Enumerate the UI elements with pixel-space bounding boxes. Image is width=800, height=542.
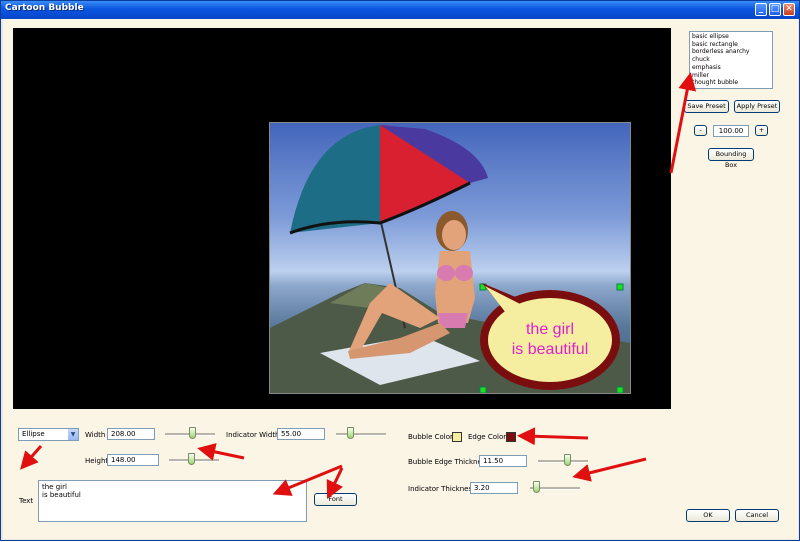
width-label: Width	[85, 431, 106, 439]
text-label: Text	[19, 497, 34, 505]
bubble-color-label: Bubble Color	[408, 433, 453, 441]
cancel-button[interactable]: Cancel	[735, 509, 779, 522]
zoom-minus-button[interactable]: -	[694, 125, 707, 136]
figure-head	[442, 220, 466, 250]
edge-color-label: Edge Color	[468, 433, 507, 441]
text-input-line: is beautiful	[42, 491, 81, 499]
preset-list-item[interactable]: miller	[692, 72, 770, 80]
apply-preset-button[interactable]: Apply Preset	[734, 100, 780, 113]
close-button[interactable]: ✕	[783, 3, 795, 16]
text-input-line: the girl	[42, 483, 67, 491]
minimize-button[interactable]: _	[755, 3, 767, 16]
edge-color-swatch[interactable]	[506, 432, 516, 442]
slider-thumb[interactable]	[533, 481, 540, 493]
bubble-text-line: the girl	[526, 321, 574, 338]
figure-swimsuit	[455, 265, 473, 281]
bubble-text-input[interactable]: the girl is beautiful	[38, 480, 307, 522]
umbrella-panel	[290, 125, 380, 233]
preset-list[interactable]: basic ellipse basic rectangle borderless a…	[689, 31, 773, 89]
dialog-body: the girl is beautiful basic ellipse basic…	[3, 19, 798, 539]
preset-list-item[interactable]: thought bubble	[692, 79, 770, 87]
indicator-thickness-slider[interactable]	[530, 481, 580, 495]
cartoon-bubble-window: Cartoon Bubble _ □ ✕ the girl is beautif…	[0, 0, 800, 541]
indicator-thickness-label: Indicator Thickness	[408, 485, 476, 493]
font-button[interactable]: Font	[314, 493, 357, 506]
indicator-width-label: Indicator Width	[226, 431, 280, 439]
figure-body	[435, 251, 475, 323]
preset-list-item[interactable]: chuck	[692, 56, 770, 64]
bubble-color-swatch[interactable]	[452, 432, 462, 442]
window-title: Cartoon Bubble	[5, 3, 84, 13]
height-label: Height	[85, 457, 109, 465]
slider-thumb[interactable]	[189, 427, 196, 439]
width-slider[interactable]	[165, 427, 215, 441]
slider-thumb[interactable]	[347, 427, 354, 439]
selection-handle[interactable]	[616, 386, 624, 393]
zoom-field[interactable]: 100.00	[713, 125, 749, 137]
preset-list-item[interactable]: basic ellipse	[692, 33, 770, 41]
slider-thumb[interactable]	[188, 453, 195, 465]
slider-thumb[interactable]	[564, 454, 571, 466]
preset-list-item[interactable]: borderless anarchy	[692, 48, 770, 56]
preset-list-item[interactable]: basic rectangle	[692, 41, 770, 49]
width-field[interactable]: 208.00	[107, 428, 155, 440]
slider-track	[336, 433, 386, 436]
title-bar[interactable]: Cartoon Bubble _ □ ✕	[1, 1, 799, 19]
selection-handle[interactable]	[479, 386, 487, 393]
preview-image: the girl is beautiful	[269, 122, 631, 394]
edge-thickness-label: Bubble Edge Thickness	[408, 458, 490, 466]
ok-button[interactable]: OK	[686, 509, 730, 522]
selection-handle[interactable]	[616, 283, 624, 291]
preset-list-item[interactable]: emphasis	[692, 64, 770, 72]
bubble-text-line: is beautiful	[512, 341, 589, 358]
indicator-thickness-field[interactable]: 3.20	[470, 482, 518, 494]
figure-swimsuit	[437, 265, 455, 281]
maximize-button[interactable]: □	[769, 3, 781, 16]
save-preset-button[interactable]: Save Preset	[684, 100, 729, 113]
chevron-down-icon[interactable]: ▼	[68, 429, 78, 440]
slider-track	[538, 460, 588, 463]
zoom-plus-button[interactable]: +	[755, 125, 768, 136]
edge-thickness-field[interactable]: 11.50	[479, 455, 527, 467]
height-field[interactable]: 148.00	[107, 454, 159, 466]
indicator-width-slider[interactable]	[336, 427, 386, 441]
scene-graphic: the girl is beautiful	[270, 125, 630, 393]
edge-thickness-slider[interactable]	[538, 454, 588, 468]
preview-canvas: the girl is beautiful	[13, 28, 671, 409]
bounding-box-button[interactable]: Bounding Box	[708, 148, 754, 169]
indicator-width-field[interactable]: 55.00	[277, 428, 325, 440]
shape-select-value: Ellipse	[22, 430, 45, 438]
height-slider[interactable]	[169, 453, 219, 467]
shape-select[interactable]: Ellipse ▼	[18, 428, 79, 441]
